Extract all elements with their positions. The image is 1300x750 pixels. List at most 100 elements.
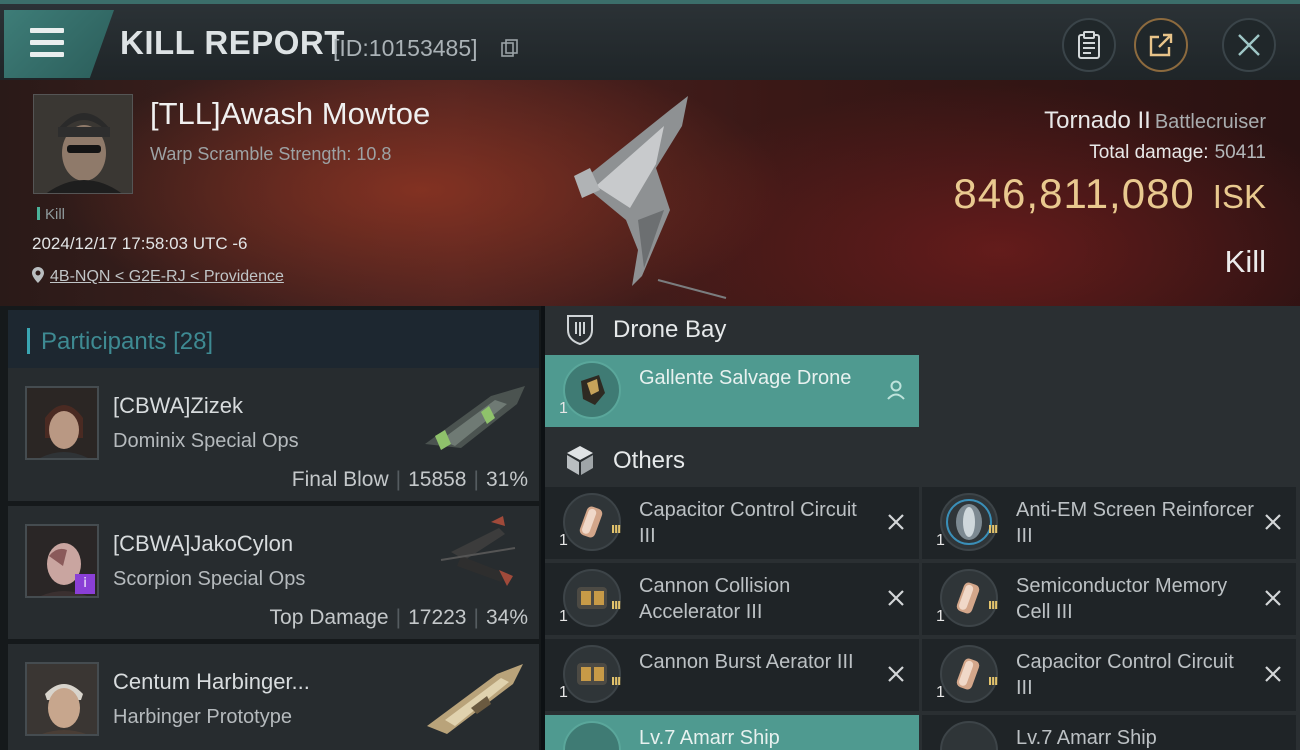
- item-quantity: 1: [559, 532, 568, 549]
- projectile-rig-icon: [577, 663, 607, 685]
- report-id: [ID:10153485]: [333, 35, 478, 61]
- participant-role: Final Blow: [291, 468, 389, 491]
- item-thumbnail: [563, 361, 621, 419]
- item-thumbnail: [563, 493, 621, 551]
- participant-name[interactable]: [CBWA]Zizek: [113, 393, 243, 419]
- item-name: Capacitor Control Circuit III: [1016, 651, 1234, 699]
- participants-panel: Participants [28] [CBWA]Zizek Dominix Sp…: [0, 306, 541, 750]
- hamburger-menu-icon: [30, 28, 64, 33]
- participant-ship: Scorpion Special Ops: [113, 568, 306, 590]
- section-accent-bar: [27, 328, 30, 354]
- kill-location[interactable]: 4B-NQN < G2E-RJ < Providence: [32, 267, 284, 286]
- cube-icon: [567, 446, 593, 475]
- participant-role: Top Damage: [269, 606, 389, 629]
- drone-bay-header[interactable]: Drone Bay: [545, 308, 1300, 356]
- kill-result-label: Kill: [1224, 244, 1266, 279]
- others-title: Others: [613, 447, 686, 474]
- divider: |: [473, 606, 479, 629]
- destroyed-x-icon: [888, 666, 904, 682]
- person-icon[interactable]: [885, 379, 907, 401]
- item-quantity: 1: [936, 608, 945, 625]
- item-name: Cannon Burst Aerator III: [639, 651, 854, 673]
- location-link[interactable]: 4B-NQN < G2E-RJ < Providence: [50, 268, 284, 285]
- avatar: [25, 386, 99, 460]
- close-button[interactable]: [1222, 18, 1276, 72]
- item-thumbnail: [563, 569, 621, 627]
- victim-name[interactable]: [TLL]Awash Mowtoe: [150, 96, 430, 132]
- victim-ship-image: [574, 96, 727, 299]
- item-thumbnail: [563, 721, 621, 750]
- module-item[interactable]: 1 III Semiconductor Memory Cell III: [922, 563, 1296, 635]
- share-button[interactable]: [1134, 18, 1188, 72]
- item-thumbnail: [940, 721, 998, 750]
- projectile-rig-icon: [577, 587, 607, 609]
- share-export-icon: [1149, 33, 1173, 57]
- item-quantity: 1: [559, 684, 568, 701]
- tech-level-badge: III: [611, 675, 621, 688]
- pilot-avatar-image: [27, 388, 97, 458]
- divider: |: [395, 606, 402, 629]
- clipboard-button[interactable]: [1062, 18, 1116, 72]
- item-name: Anti-EM Screen Reinforcer III: [1016, 499, 1254, 547]
- kill-tag: Kill: [37, 206, 65, 223]
- participant-damage: 15858: [408, 468, 467, 491]
- tech-level-badge: III: [988, 523, 998, 536]
- participant-card[interactable]: i [CBWA]JakoCylon Scorpion Special Ops T…: [8, 506, 539, 639]
- copy-icon[interactable]: [501, 39, 518, 57]
- kill-tag-label: Kill: [45, 206, 66, 223]
- kill-report-header: KILL REPORT [ID:10153485]: [0, 0, 1300, 80]
- rig-icon: [956, 582, 980, 614]
- participant-card[interactable]: [CBWA]Zizek Dominix Special Ops Final Bl…: [8, 368, 539, 501]
- info-badge-icon[interactable]: i: [75, 574, 95, 594]
- total-damage-label: Total damage:: [1089, 142, 1209, 163]
- items-panel: Drone Bay 1 Gallente Salvage Drone Other…: [545, 306, 1300, 750]
- module-item[interactable]: 1 III Cannon Burst Aerator III: [545, 639, 919, 711]
- clipboard-icon: [1078, 31, 1100, 59]
- close-icon: [1238, 34, 1260, 56]
- tag-pip: [37, 207, 40, 220]
- ship-class: Battlecruiser: [1154, 111, 1266, 133]
- participant-ship-image: [440, 516, 516, 586]
- drone-bay-title: Drone Bay: [613, 316, 727, 343]
- avatar: i: [25, 524, 99, 598]
- menu-button[interactable]: [4, 10, 114, 78]
- participant-ship-image: [425, 386, 525, 450]
- module-item[interactable]: 1 III Capacitor Control Circuit III: [545, 487, 919, 559]
- destroyed-x-icon: [1265, 590, 1281, 606]
- drone-icon: [581, 375, 605, 405]
- kill-datetime: 2024/12/17 17:58:03 UTC -6: [32, 234, 248, 253]
- drone-item[interactable]: 1 Gallente Salvage Drone: [545, 355, 919, 427]
- others-header[interactable]: Others: [545, 439, 1300, 487]
- participants-title: Participants [28]: [41, 328, 213, 356]
- isk-value: 846,811,080 ISK: [953, 170, 1266, 218]
- participant-ship: Dominix Special Ops: [113, 430, 299, 452]
- ship-name[interactable]: Tornado II: [1044, 107, 1151, 134]
- participant-name[interactable]: [CBWA]JakoCylon: [113, 531, 293, 557]
- module-item[interactable]: 1 III Anti-EM Screen Reinforcer III: [922, 487, 1296, 559]
- total-damage: Total damage: 50411: [1089, 142, 1266, 164]
- hamburger-bar: [30, 40, 64, 45]
- module-item[interactable]: 1 III Cannon Collision Accelerator III: [545, 563, 919, 635]
- participant-name[interactable]: Centum Harbinger...: [113, 669, 310, 695]
- item-name: Gallente Salvage Drone: [639, 367, 852, 389]
- module-item[interactable]: 1 III Capacitor Control Circuit III: [922, 639, 1296, 711]
- participant-stats: Top Damage | 17223 | 34%: [270, 606, 528, 630]
- participant-stats: Final Blow | 15858 | 31%: [292, 468, 528, 492]
- total-damage-value: 50411: [1214, 142, 1266, 163]
- destroyed-x-icon: [888, 590, 904, 606]
- victim-portrait[interactable]: [33, 94, 133, 194]
- module-item[interactable]: Lv.7 Amarr Ship: [545, 715, 919, 750]
- participant-card[interactable]: Centum Harbinger... Harbinger Prototype: [8, 644, 539, 750]
- item-quantity: 1: [559, 608, 568, 625]
- module-item[interactable]: Lv.7 Amarr Ship: [922, 715, 1296, 750]
- item-name: Lv.7 Amarr Ship: [1016, 727, 1157, 749]
- tech-level-badge: III: [611, 599, 621, 612]
- rig-icon: [579, 506, 603, 538]
- shield-rig-icon: [946, 499, 992, 545]
- item-thumbnail: [940, 645, 998, 703]
- item-name: Lv.7 Amarr Ship: [639, 727, 780, 749]
- participants-count: [28]: [173, 328, 214, 355]
- item-name: Capacitor Control Circuit III: [639, 499, 857, 547]
- tech-level-badge: III: [611, 523, 621, 536]
- tech-level-badge: III: [988, 675, 998, 688]
